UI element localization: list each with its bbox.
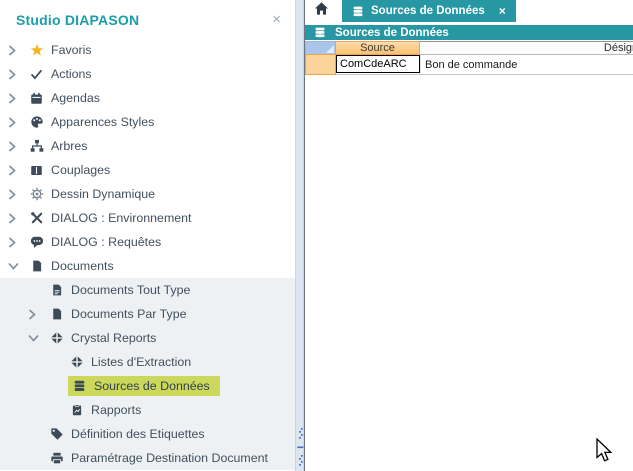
sidebar-item-label: Crystal Reports: [71, 331, 156, 345]
tab-label: Sources de Données: [371, 5, 485, 17]
sidebar-item-label: Agendas: [51, 91, 100, 105]
mouse-cursor: [596, 438, 613, 469]
row-header[interactable]: [305, 55, 336, 75]
cell-designation[interactable]: Bon de commande: [420, 55, 633, 75]
document-lines-icon: [48, 283, 65, 297]
chevron-right-icon[interactable]: [8, 117, 28, 128]
sidebar-item-parametrage-destination[interactable]: Paramétrage Destination Document: [0, 446, 295, 470]
chevron-down-icon[interactable]: [8, 262, 28, 270]
calendar-icon: [28, 92, 45, 105]
sidebar-item-label: Couplages: [51, 163, 110, 177]
gear-icon: [28, 187, 45, 201]
column-header-label: Désignation: [604, 42, 633, 54]
chevron-right-icon[interactable]: [8, 189, 28, 200]
sidebar-item-label: Documents Tout Type: [71, 283, 190, 297]
tab-bar: Sources de Données ×: [305, 0, 633, 22]
chevron-down-icon[interactable]: [28, 334, 48, 342]
application-window: Studio DIAPASON × Favoris Actions Agenda…: [0, 0, 633, 471]
palette-icon: [28, 115, 45, 129]
panel-title: Sources de Données: [335, 27, 449, 39]
tab-home[interactable]: [305, 0, 338, 22]
document-icon: [28, 259, 45, 273]
app-title: Studio DIAPASON: [16, 12, 139, 28]
sidebar-item-label: DIALOG : Requêtes: [51, 235, 161, 249]
chevron-right-icon[interactable]: [8, 45, 28, 56]
columns-icon: [28, 164, 45, 177]
sidebar-item-dessin-dynamique[interactable]: Dessin Dynamique: [0, 182, 295, 206]
grid-header-row: Source Désignation: [305, 41, 633, 55]
tab-sources-de-donnees[interactable]: Sources de Données ×: [342, 0, 516, 22]
sidebar-item-label: Arbres: [51, 139, 88, 153]
sidebar-item-label: Dessin Dynamique: [51, 187, 155, 201]
sidebar-item-dialog-requetes[interactable]: DIALOG : Requêtes: [0, 230, 295, 254]
sidebar-item-label: Paramétrage Destination Document: [71, 451, 268, 465]
chevron-right-icon[interactable]: [8, 213, 28, 224]
sidebar-item-label: Documents Par Type: [71, 307, 186, 321]
document-icon: [48, 307, 65, 321]
close-icon[interactable]: ×: [272, 12, 281, 27]
sidebar-tree: Favoris Actions Agendas Apparences Style…: [0, 38, 295, 470]
sidebar-item-arbres[interactable]: Arbres: [0, 134, 295, 158]
column-header-label: Source: [360, 42, 395, 54]
crystal-reports-icon: [68, 355, 85, 369]
tools-icon: [28, 211, 45, 225]
home-icon: [314, 1, 329, 21]
sidebar-item-apparences-styles[interactable]: Apparences Styles: [0, 110, 295, 134]
report-icon: [68, 403, 85, 417]
chevron-right-icon[interactable]: [8, 69, 28, 80]
chevron-right-icon[interactable]: [8, 93, 28, 104]
sidebar-item-label: Favoris: [51, 43, 92, 57]
printer-icon: [48, 452, 65, 465]
source-edit-field[interactable]: ComCdeARC: [336, 55, 420, 73]
sidebar-item-label: Actions: [51, 67, 92, 81]
sidebar-item-label: Sources de Données: [94, 379, 210, 393]
sidebar-item-agendas[interactable]: Agendas: [0, 86, 295, 110]
chat-bubble-icon: [28, 235, 45, 249]
crystal-reports-icon: [48, 331, 65, 345]
database-icon: [352, 5, 364, 18]
sidebar-item-definition-etiquettes[interactable]: Définition des Etiquettes: [0, 422, 295, 446]
sidebar-item-label: Rapports: [91, 403, 141, 417]
chevron-right-icon[interactable]: [8, 237, 28, 248]
sidebar-item-label: Apparences Styles: [51, 115, 154, 129]
hierarchy-icon: [28, 139, 45, 153]
chevron-right-icon[interactable]: [28, 309, 48, 320]
check-icon: [28, 68, 45, 81]
star-icon: [28, 43, 45, 57]
sidebar-item-couplages[interactable]: Couplages: [0, 158, 295, 182]
sidebar-item-sources-de-donnees[interactable]: Sources de Données: [0, 374, 295, 398]
sidebar-item-documents[interactable]: Documents: [0, 254, 295, 278]
column-header-source[interactable]: Source: [336, 41, 420, 55]
sidebar-item-label: Documents: [51, 259, 114, 273]
splitter-grip-icon: [297, 428, 304, 471]
sidebar-item-dialog-environnement[interactable]: DIALOG : Environnement: [0, 206, 295, 230]
sidebar-header: Studio DIAPASON ×: [0, 0, 295, 30]
selected-item-highlight[interactable]: Sources de Données: [68, 376, 220, 396]
sidebar-item-label: Définition des Etiquettes: [71, 427, 205, 441]
table-row: ComCdeARC Bon de commande: [305, 55, 633, 75]
sidebar-item-listes-extraction[interactable]: Listes d'Extraction: [0, 350, 295, 374]
data-grid: Source Désignation ComCdeARC Bon de comm…: [305, 41, 633, 75]
main-area: Sources de Données × Sources de Données …: [304, 0, 633, 471]
sidebar-item-documents-tout-type[interactable]: Documents Tout Type: [0, 278, 295, 302]
tag-icon: [48, 427, 65, 441]
sidebar-item-favoris[interactable]: Favoris: [0, 38, 295, 62]
chevron-right-icon[interactable]: [8, 141, 28, 152]
sidebar-splitter[interactable]: [295, 0, 304, 471]
tab-close-icon[interactable]: ×: [499, 4, 506, 18]
panel-header: Sources de Données: [305, 25, 633, 40]
sidebar-item-documents-par-type[interactable]: Documents Par Type: [0, 302, 295, 326]
cell-source: ComCdeARC: [336, 55, 420, 75]
database-icon: [314, 26, 326, 39]
sidebar-item-crystal-reports[interactable]: Crystal Reports: [0, 326, 295, 350]
sidebar-item-label: DIALOG : Environnement: [51, 211, 192, 225]
sidebar-item-rapports[interactable]: Rapports: [0, 398, 295, 422]
database-icon: [71, 379, 88, 393]
sidebar-item-label: Listes d'Extraction: [91, 355, 191, 369]
sidebar-item-actions[interactable]: Actions: [0, 62, 295, 86]
grid-select-all-corner[interactable]: [305, 41, 336, 55]
sidebar: Studio DIAPASON × Favoris Actions Agenda…: [0, 0, 295, 471]
column-header-designation[interactable]: Désignation: [420, 41, 633, 55]
chevron-right-icon[interactable]: [8, 165, 28, 176]
